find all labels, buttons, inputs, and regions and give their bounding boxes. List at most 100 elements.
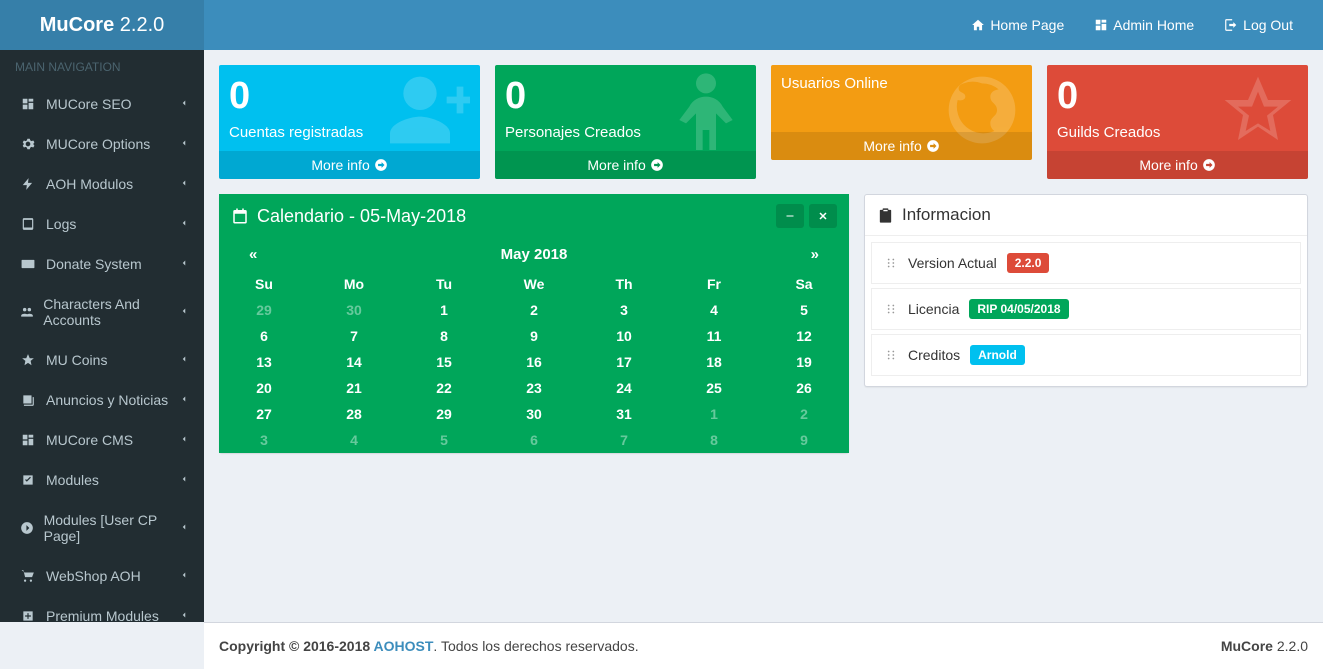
sidebar-item-4[interactable]: Donate System: [0, 244, 204, 284]
stat-accounts-more[interactable]: More info: [219, 151, 480, 179]
chevron-left-icon: [179, 570, 189, 582]
sidebar-item-12[interactable]: Premium Modules: [0, 596, 204, 622]
stat-guilds-label: Guilds Creados: [1057, 124, 1298, 141]
footer-copyright: Copyright © 2016-2018 AOHOST: [219, 638, 433, 654]
cal-day[interactable]: 3: [579, 297, 669, 323]
sidebar-item-2[interactable]: AOH Modulos: [0, 164, 204, 204]
cal-day[interactable]: 14: [309, 349, 399, 375]
cal-day[interactable]: 1: [399, 297, 489, 323]
info-credits-label: Creditos: [908, 347, 960, 363]
cal-day-header: Sa: [759, 271, 849, 297]
cal-day[interactable]: 12: [759, 323, 849, 349]
sidebar-item-label: WebShop AOH: [46, 568, 141, 584]
sidebar-item-11[interactable]: WebShop AOH: [0, 556, 204, 596]
stat-characters-more[interactable]: More info: [495, 151, 756, 179]
sidebar-item-8[interactable]: MUCore CMS: [0, 420, 204, 460]
calendar-prev[interactable]: «: [249, 246, 257, 263]
cal-day[interactable]: 29: [399, 401, 489, 427]
stat-characters-label: Personajes Creados: [505, 124, 746, 141]
calendar-next[interactable]: »: [811, 246, 819, 263]
cal-day[interactable]: 7: [579, 427, 669, 453]
sidebar-item-label: Modules [User CP Page]: [44, 512, 179, 544]
cal-day[interactable]: 17: [579, 349, 669, 375]
drag-icon[interactable]: [884, 255, 898, 271]
info-license-row: Licencia RIP 04/05/2018: [871, 288, 1301, 330]
collapse-button[interactable]: [776, 204, 804, 228]
cal-day-header: Th: [579, 271, 669, 297]
sidebar-item-label: Logs: [46, 216, 76, 232]
nav-logout[interactable]: Log Out: [1209, 2, 1308, 48]
logout-icon: [1224, 18, 1238, 32]
logo[interactable]: MuCore 2.2.0: [0, 0, 204, 50]
cal-day[interactable]: 27: [219, 401, 309, 427]
chevron-left-icon: [179, 98, 189, 110]
drag-icon[interactable]: [884, 301, 898, 317]
cal-day[interactable]: 8: [399, 323, 489, 349]
cal-day[interactable]: 16: [489, 349, 579, 375]
chevron-left-icon: [179, 610, 189, 622]
info-panel: Informacion Version Actual 2.2.0 Licenci…: [864, 194, 1308, 387]
calendar-body: « May 2018 » SuMoTuWeThFrSa2930123456789…: [219, 238, 849, 453]
stat-online-more[interactable]: More info: [771, 132, 1032, 160]
cal-day[interactable]: 5: [759, 297, 849, 323]
cal-day[interactable]: 6: [219, 323, 309, 349]
nav-home-page[interactable]: Home Page: [956, 2, 1079, 48]
cal-day[interactable]: 13: [219, 349, 309, 375]
sidebar-item-0[interactable]: MUCore SEO: [0, 84, 204, 124]
cal-day[interactable]: 15: [399, 349, 489, 375]
sidebar-item-6[interactable]: MU Coins: [0, 340, 204, 380]
arrow-circle-icon: [374, 158, 388, 172]
footer-company-link[interactable]: AOHOST: [374, 638, 434, 654]
nav-admin-home[interactable]: Admin Home: [1079, 2, 1209, 48]
cal-day[interactable]: 6: [489, 427, 579, 453]
cal-day[interactable]: 29: [219, 297, 309, 323]
cal-day[interactable]: 10: [579, 323, 669, 349]
cal-day[interactable]: 24: [579, 375, 669, 401]
sidebar-item-1[interactable]: MUCore Options: [0, 124, 204, 164]
cal-day[interactable]: 9: [759, 427, 849, 453]
sidebar-item-label: Characters And Accounts: [43, 296, 179, 328]
cal-day[interactable]: 3: [219, 427, 309, 453]
sidebar-item-5[interactable]: Characters And Accounts: [0, 284, 204, 340]
cal-day-header: We: [489, 271, 579, 297]
top-navbar: Home Page Admin Home Log Out: [204, 0, 1323, 50]
cal-day[interactable]: 21: [309, 375, 399, 401]
remove-button[interactable]: [809, 204, 837, 228]
cal-day[interactable]: 2: [759, 401, 849, 427]
cal-day[interactable]: 19: [759, 349, 849, 375]
sidebar-item-label: Premium Modules: [46, 608, 159, 622]
cal-day[interactable]: 28: [309, 401, 399, 427]
sidebar-item-9[interactable]: Modules: [0, 460, 204, 500]
sidebar-item-label: MUCore CMS: [46, 432, 133, 448]
cal-day[interactable]: 9: [489, 323, 579, 349]
cal-day[interactable]: 4: [309, 427, 399, 453]
cal-day[interactable]: 20: [219, 375, 309, 401]
info-version-row: Version Actual 2.2.0: [871, 242, 1301, 284]
cal-day[interactable]: 7: [309, 323, 399, 349]
cal-day[interactable]: 2: [489, 297, 579, 323]
sidebar-item-3[interactable]: Logs: [0, 204, 204, 244]
sidebar-item-10[interactable]: Modules [User CP Page]: [0, 500, 204, 556]
sidebar-item-7[interactable]: Anuncios y Noticias: [0, 380, 204, 420]
drag-icon[interactable]: [884, 347, 898, 363]
cal-day[interactable]: 5: [399, 427, 489, 453]
home-icon: [971, 18, 985, 32]
cal-day[interactable]: 23: [489, 375, 579, 401]
cal-day[interactable]: 25: [669, 375, 759, 401]
stat-guilds-more[interactable]: More info: [1047, 151, 1308, 179]
cal-day[interactable]: 26: [759, 375, 849, 401]
cal-day[interactable]: 30: [309, 297, 399, 323]
calendar-month: May 2018: [501, 246, 568, 263]
sidebar-item-label: AOH Modulos: [46, 176, 133, 192]
cal-day[interactable]: 11: [669, 323, 759, 349]
cal-day[interactable]: 8: [669, 427, 759, 453]
cal-day[interactable]: 31: [579, 401, 669, 427]
cal-day[interactable]: 22: [399, 375, 489, 401]
sidebar-item-label: Modules: [46, 472, 99, 488]
cal-day[interactable]: 4: [669, 297, 759, 323]
cal-day[interactable]: 1: [669, 401, 759, 427]
chevron-left-icon: [179, 218, 189, 230]
sidebar-item-label: MU Coins: [46, 352, 107, 368]
cal-day[interactable]: 30: [489, 401, 579, 427]
cal-day[interactable]: 18: [669, 349, 759, 375]
